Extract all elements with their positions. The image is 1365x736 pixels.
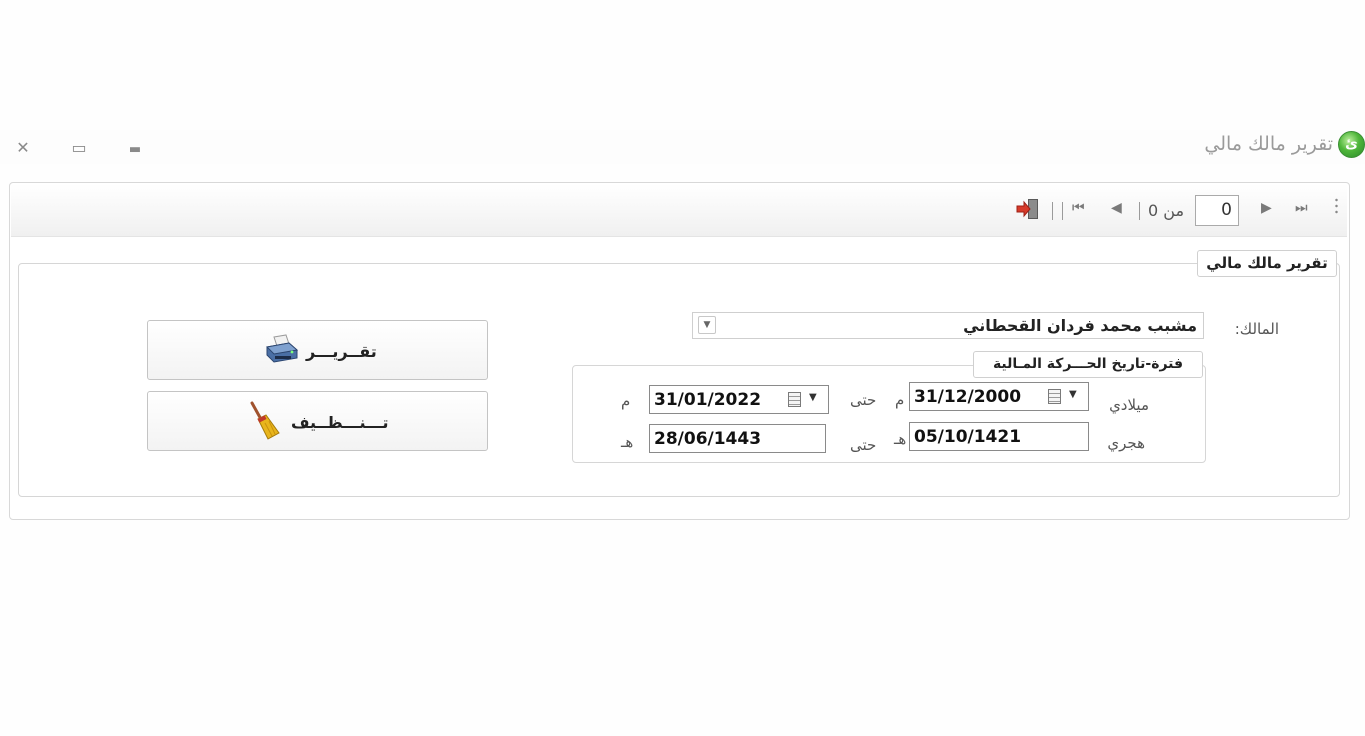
gregorian-label: ميلادي xyxy=(1109,396,1149,414)
hijri-to-value: 28/06/1443 xyxy=(654,429,762,449)
chevron-down-icon[interactable]: ▼ xyxy=(698,316,716,334)
report-button-label: تقــريـــر xyxy=(306,342,377,361)
toolbar-separator xyxy=(1139,202,1140,220)
hijri-from-value: 05/10/1421 xyxy=(914,427,1022,447)
toolbar-separator xyxy=(1052,202,1053,220)
clear-button[interactable]: تـــنـــظــيف xyxy=(147,391,488,451)
gregorian-to-date[interactable]: 31/01/2022 ▼ xyxy=(649,385,829,414)
report-button[interactable]: تقــريـــر xyxy=(147,320,488,380)
gregorian-suffix: م xyxy=(895,391,905,409)
navigation-toolbar xyxy=(11,184,1347,237)
first-record-icon[interactable]: ⏮ xyxy=(1072,200,1085,216)
restore-icon[interactable]: ▭ xyxy=(68,138,90,157)
gregorian-from-date[interactable]: 31/12/2000 ▼ xyxy=(909,382,1089,411)
toolbar-separator xyxy=(1062,202,1063,220)
hijri-label: هجري xyxy=(1107,434,1145,452)
page-count-label: من 0 xyxy=(1148,201,1185,220)
next-record-icon[interactable]: ▶ xyxy=(1261,200,1272,216)
page-number-input[interactable]: 0 xyxy=(1195,195,1239,226)
toolbar-grip[interactable] xyxy=(1335,197,1338,215)
prev-record-icon[interactable]: ◀ xyxy=(1111,200,1122,216)
period-group-title: فترة-تاريخ الحـــركة المـالية xyxy=(973,351,1203,378)
gregorian-to-suffix: م xyxy=(621,392,631,410)
close-icon[interactable]: ✕ xyxy=(12,138,34,157)
last-record-icon[interactable]: ⏭ xyxy=(1295,200,1308,216)
owner-combobox[interactable]: ▼ مشبب محمد فردان القحطاني xyxy=(692,312,1204,339)
calendar-icon[interactable] xyxy=(1048,389,1061,404)
report-group-title: تقرير مالك مالي xyxy=(1197,250,1337,277)
hijri-to-date[interactable]: 28/06/1443 xyxy=(649,424,826,453)
owner-value: مشبب محمد فردان القحطاني xyxy=(963,316,1197,335)
gregorian-from-value: 31/12/2000 xyxy=(914,387,1022,407)
exit-icon[interactable] xyxy=(1015,197,1041,221)
gregorian-to-label: حتى xyxy=(850,391,877,409)
title-bar xyxy=(0,130,1365,164)
window-title: تقرير مالك مالي xyxy=(1204,133,1333,155)
chevron-down-icon[interactable]: ▼ xyxy=(1069,389,1077,400)
calendar-icon[interactable] xyxy=(788,392,801,407)
hijri-to-suffix: هـ xyxy=(621,433,634,451)
chevron-down-icon[interactable]: ▼ xyxy=(809,392,817,403)
printer-icon xyxy=(264,334,300,366)
hijri-suffix: هـ xyxy=(894,430,907,448)
hijri-to-label: حتى xyxy=(850,436,877,454)
hijri-from-date[interactable]: 05/10/1421 xyxy=(909,422,1089,451)
clear-button-label: تـــنـــظــيف xyxy=(291,413,389,432)
broom-icon xyxy=(246,401,282,441)
owner-label: المالك: xyxy=(1234,320,1279,338)
gregorian-to-value: 31/01/2022 xyxy=(654,390,762,410)
app-logo-icon: ئ xyxy=(1338,131,1365,158)
minimize-icon[interactable]: ▬ xyxy=(124,142,146,157)
